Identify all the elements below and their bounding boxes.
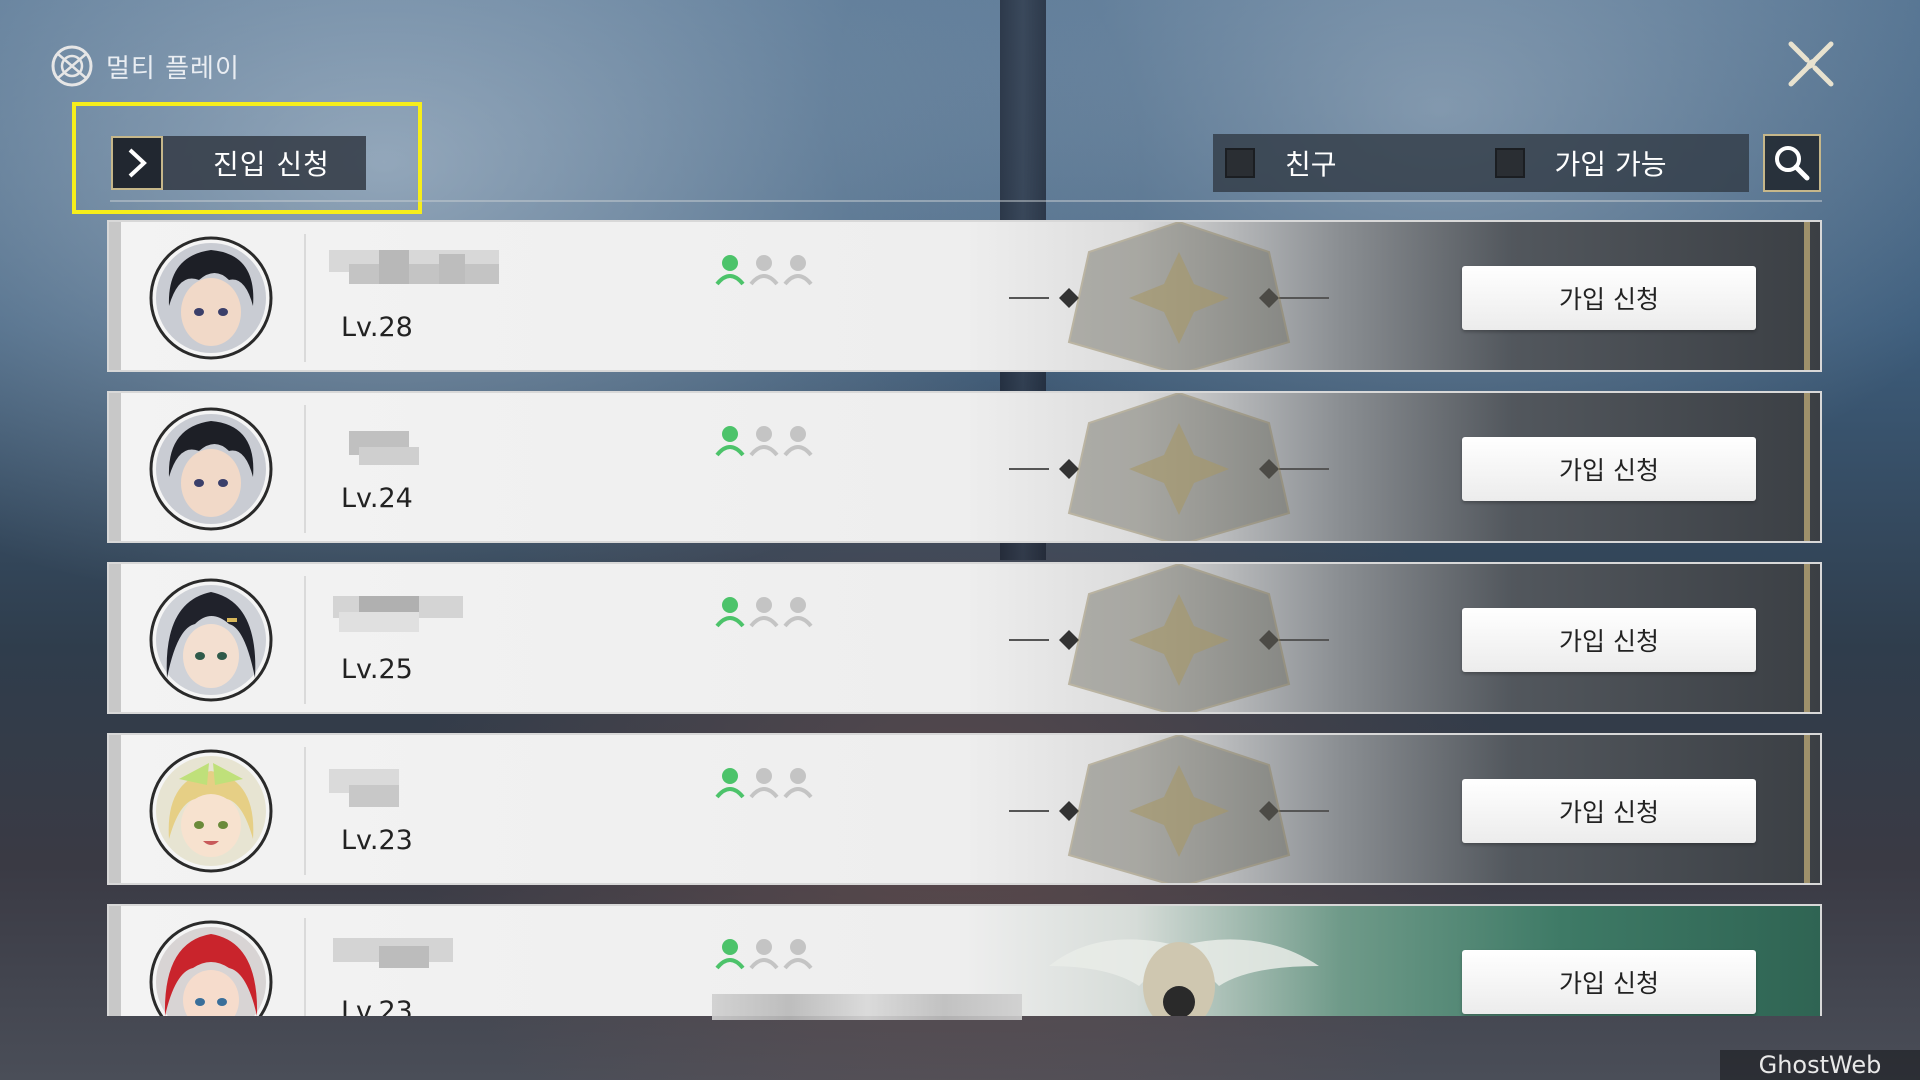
player-level: Lv.28 xyxy=(341,312,413,343)
dark-hair-boy-avatar xyxy=(149,236,273,360)
page-header: 멀티 플레이 xyxy=(50,44,240,88)
room-row[interactable]: Lv.28 가입 신청 xyxy=(107,220,1822,372)
join-request-label: 가입 신청 xyxy=(1559,627,1659,656)
join-request-label: 가입 신청 xyxy=(1559,285,1659,314)
filter-joinable[interactable]: 가입 가능 xyxy=(1494,143,1667,183)
filter-joinable-label: 가입 가능 xyxy=(1554,148,1667,181)
watermark: GhostWeb xyxy=(1720,1050,1920,1080)
join-request-button[interactable]: 가입 신청 xyxy=(1462,437,1756,501)
join-request-label: 가입 신청 xyxy=(1559,969,1659,998)
star-emblem-decoration xyxy=(1009,393,1329,541)
redacted-text xyxy=(712,994,1022,1020)
winged-emblem-decoration xyxy=(1049,939,1319,1016)
join-request-button[interactable]: 가입 신청 xyxy=(1462,266,1756,330)
player-level: Lv.23 xyxy=(341,996,413,1016)
joinable-checkbox[interactable] xyxy=(1494,148,1525,178)
party-members-icon xyxy=(715,597,813,628)
filter-bar: 친구 가입 가능 xyxy=(1213,134,1749,192)
party-members-icon xyxy=(715,255,813,286)
toolbar-divider xyxy=(110,200,1822,202)
player-level: Lv.25 xyxy=(341,654,413,685)
chevron-right-icon xyxy=(111,136,163,190)
friends-checkbox[interactable] xyxy=(1225,148,1255,178)
star-emblem-decoration xyxy=(1009,564,1329,712)
entry-request-button[interactable]: 진입 신청 xyxy=(111,136,366,190)
star-emblem-decoration xyxy=(1009,735,1329,883)
player-level: Lv.23 xyxy=(341,825,413,856)
redacted-username xyxy=(333,938,453,968)
dark-hair-girl-avatar xyxy=(149,578,273,702)
filter-friends[interactable]: 친구 xyxy=(1225,143,1337,183)
join-request-label: 가입 신청 xyxy=(1559,798,1659,827)
dark-hair-boy-avatar xyxy=(149,407,273,531)
redacted-username xyxy=(329,769,399,807)
room-row[interactable]: Lv.25 가입 신청 xyxy=(107,562,1822,714)
room-row[interactable]: Lv.24 가입 신청 xyxy=(107,391,1822,543)
filter-friends-label: 친구 xyxy=(1285,148,1337,181)
party-members-icon xyxy=(715,939,813,970)
player-level: Lv.24 xyxy=(341,483,413,514)
party-members-icon xyxy=(715,426,813,457)
join-request-button[interactable]: 가입 신청 xyxy=(1462,950,1756,1014)
redacted-username xyxy=(333,596,463,632)
join-request-label: 가입 신청 xyxy=(1559,456,1659,485)
party-members-icon xyxy=(715,768,813,799)
multiplayer-globe-icon xyxy=(51,45,93,87)
star-emblem-decoration xyxy=(1009,222,1329,370)
search-icon xyxy=(1775,146,1810,181)
search-button[interactable] xyxy=(1763,134,1821,192)
redacted-username xyxy=(349,431,419,465)
join-request-button[interactable]: 가입 신청 xyxy=(1462,779,1756,843)
entry-request-label: 진입 신청 xyxy=(213,148,330,181)
blonde-girl-avatar xyxy=(149,749,273,873)
page-title: 멀티 플레이 xyxy=(106,53,240,84)
join-request-button[interactable]: 가입 신청 xyxy=(1462,608,1756,672)
close-x-icon[interactable] xyxy=(1785,38,1837,90)
redacted-username xyxy=(329,250,499,284)
room-list[interactable]: Lv.28 가입 신청 Lv.24 가입 신청 Lv.25 가입 신청 Lv.2… xyxy=(107,220,1822,1016)
red-hair-girl-avatar xyxy=(149,920,273,1016)
room-row[interactable]: Lv.23 가입 신청 xyxy=(107,733,1822,885)
